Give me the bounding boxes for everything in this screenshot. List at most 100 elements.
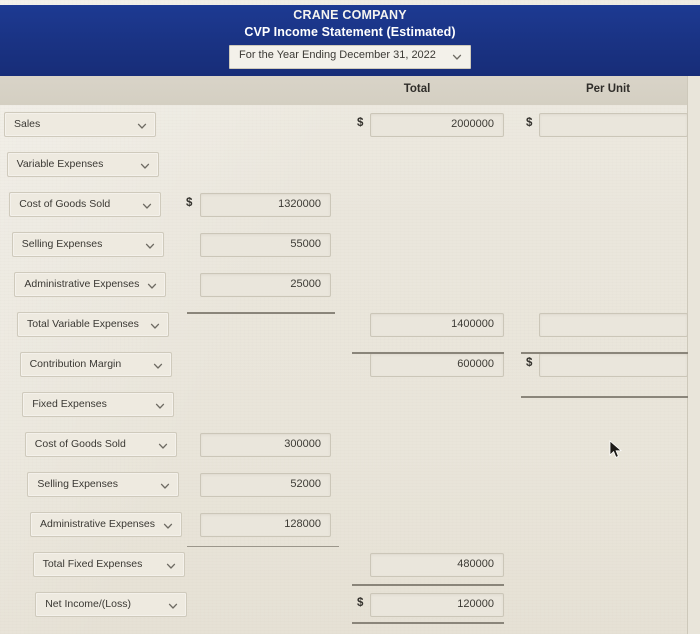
currency-symbol: $	[526, 117, 533, 129]
row-label-select-total-variable-expenses[interactable]: Total Variable Expenses	[17, 312, 169, 337]
currency-symbol: $	[526, 357, 533, 369]
period-select-value: For the Year Ending December 31, 2022	[239, 49, 436, 61]
chevron-down-icon	[141, 199, 153, 217]
statement-title-band: CRANE COMPANY CVP Income Statement (Esti…	[0, 5, 700, 76]
rule-total-fixed	[352, 584, 504, 586]
row-label-value: Cost of Goods Sold	[34, 438, 126, 450]
statement-row: Administrative Expenses 128000	[0, 505, 700, 545]
row-label-value: Selling Expenses	[21, 238, 103, 250]
chevron-down-icon	[149, 319, 161, 337]
amount-input-detail-selling-expenses[interactable]: 52000	[200, 473, 331, 497]
statement-title: CVP Income Statement (Estimated)	[244, 25, 456, 39]
amount-input-total-total-fixed-expenses[interactable]: 480000	[370, 553, 504, 577]
chevron-down-icon	[139, 159, 151, 177]
amount-value: 55000	[290, 238, 321, 250]
worksheet-page: CRANE COMPANY CVP Income Statement (Esti…	[0, 0, 700, 634]
statement-row: Administrative Expenses 25000	[0, 265, 700, 305]
amount-value: 2000000	[451, 118, 494, 130]
chevron-down-icon	[144, 239, 156, 257]
statement-rows: Sales $2000000 $ Variable Expenses Cost of G…	[0, 105, 700, 634]
amount-input-per-unit-sales[interactable]	[539, 113, 688, 137]
period-select[interactable]: For the Year Ending December 31, 2022	[229, 45, 471, 69]
rule-total-variable-per-unit	[521, 352, 688, 354]
chevron-down-icon	[165, 559, 177, 577]
statement-row: Contribution Margin 600000 $	[0, 345, 700, 385]
amount-input-total-total-variable-expenses[interactable]: 1400000	[370, 313, 504, 337]
statement-row: Selling Expenses 52000	[0, 465, 700, 505]
amount-value: 25000	[290, 278, 321, 290]
rule-net-income	[352, 622, 504, 624]
row-label-select-variable-expenses[interactable]: Variable Expenses	[6, 152, 159, 177]
amount-input-detail-administrative-expenses[interactable]: 25000	[200, 273, 331, 297]
row-label-select-net-income-loss[interactable]: Net Income/(Loss)	[35, 592, 188, 617]
chevron-down-icon	[146, 279, 158, 297]
row-label-select-administrative-expenses[interactable]: Administrative Expenses	[30, 512, 182, 537]
chevron-down-icon	[136, 119, 148, 137]
company-name: CRANE COMPANY	[293, 8, 407, 22]
statement-row: Variable Expenses	[0, 145, 700, 185]
row-label-value: Net Income/(Loss)	[45, 598, 131, 610]
row-label-value: Administrative Expenses	[40, 518, 155, 530]
amount-value: 1400000	[451, 318, 494, 330]
amount-input-detail-cost-of-goods-sold[interactable]: 1320000	[200, 193, 331, 217]
amount-value: 1320000	[278, 198, 321, 210]
row-label-value: Sales	[14, 118, 41, 130]
row-label-value: Contribution Margin	[29, 358, 122, 370]
chevron-down-icon	[152, 359, 164, 377]
row-label-select-sales[interactable]: Sales	[4, 112, 156, 137]
column-header-per-unit: Per Unit	[585, 83, 631, 95]
rule-fixed-subtotal	[187, 546, 339, 547]
currency-symbol: $	[357, 597, 364, 609]
amount-input-per-unit-contribution-margin[interactable]	[539, 353, 688, 377]
row-label-select-contribution-margin[interactable]: Contribution Margin	[19, 352, 172, 377]
amount-input-detail-selling-expenses[interactable]: 55000	[200, 233, 331, 257]
statement-row: Total Variable Expenses 1400000	[0, 305, 700, 345]
currency-symbol: $	[357, 117, 364, 129]
row-label-value: Administrative Expenses	[24, 278, 140, 290]
row-label-select-selling-expenses[interactable]: Selling Expenses	[27, 472, 180, 497]
chevron-down-icon	[157, 439, 169, 457]
rule-total-variable	[352, 352, 504, 354]
amount-input-per-unit-total-variable-expenses[interactable]	[539, 313, 688, 337]
row-label-value: Total Fixed Expenses	[42, 558, 143, 570]
chevron-down-icon	[451, 50, 463, 68]
currency-symbol: $	[186, 197, 193, 209]
row-label-value: Cost of Goods Sold	[19, 198, 111, 210]
rule-contribution-per-unit	[521, 396, 688, 398]
amount-value: 120000	[457, 598, 494, 610]
column-header-total: Total	[403, 83, 431, 95]
row-label-value: Total Variable Expenses	[27, 318, 139, 330]
amount-input-total-sales[interactable]: 2000000	[370, 113, 504, 137]
row-label-value: Selling Expenses	[37, 478, 118, 490]
amount-input-detail-cost-of-goods-sold[interactable]: 300000	[200, 433, 331, 457]
row-label-select-fixed-expenses[interactable]: Fixed Expenses	[22, 392, 175, 417]
statement-row: Cost of Goods Sold $1320000	[0, 185, 700, 225]
amount-input-total-contribution-margin[interactable]: 600000	[370, 353, 504, 377]
statement-row: Total Fixed Expenses 480000	[0, 545, 700, 585]
row-label-select-cost-of-goods-sold[interactable]: Cost of Goods Sold	[9, 192, 162, 217]
row-label-select-selling-expenses[interactable]: Selling Expenses	[11, 232, 164, 257]
column-header-bar: Total Per Unit	[0, 76, 688, 105]
statement-row: Fixed Expenses	[0, 385, 700, 425]
row-label-value: Variable Expenses	[16, 158, 104, 170]
chevron-down-icon	[154, 399, 166, 417]
chevron-down-icon	[167, 599, 179, 617]
amount-value: 52000	[290, 478, 321, 490]
row-label-select-administrative-expenses[interactable]: Administrative Expenses	[14, 272, 167, 297]
statement-row: Cost of Goods Sold 300000	[0, 425, 700, 465]
statement-row: Net Income/(Loss) $120000	[0, 585, 700, 625]
row-label-select-cost-of-goods-sold[interactable]: Cost of Goods Sold	[24, 432, 177, 457]
chevron-down-icon	[159, 479, 171, 497]
rule-variable-subtotal	[187, 312, 335, 314]
amount-input-detail-administrative-expenses[interactable]: 128000	[200, 513, 331, 537]
chevron-down-icon	[162, 519, 174, 537]
amount-input-total-net-income-loss[interactable]: 120000	[370, 593, 504, 617]
amount-value: 480000	[457, 558, 494, 570]
row-label-select-total-fixed-expenses[interactable]: Total Fixed Expenses	[32, 552, 185, 577]
amount-value: 300000	[284, 438, 321, 450]
statement-row: Selling Expenses 55000	[0, 225, 700, 265]
row-label-value: Fixed Expenses	[32, 398, 107, 410]
amount-value: 600000	[457, 358, 494, 370]
statement-row: Sales $2000000 $	[0, 105, 700, 145]
amount-value: 128000	[284, 518, 321, 530]
